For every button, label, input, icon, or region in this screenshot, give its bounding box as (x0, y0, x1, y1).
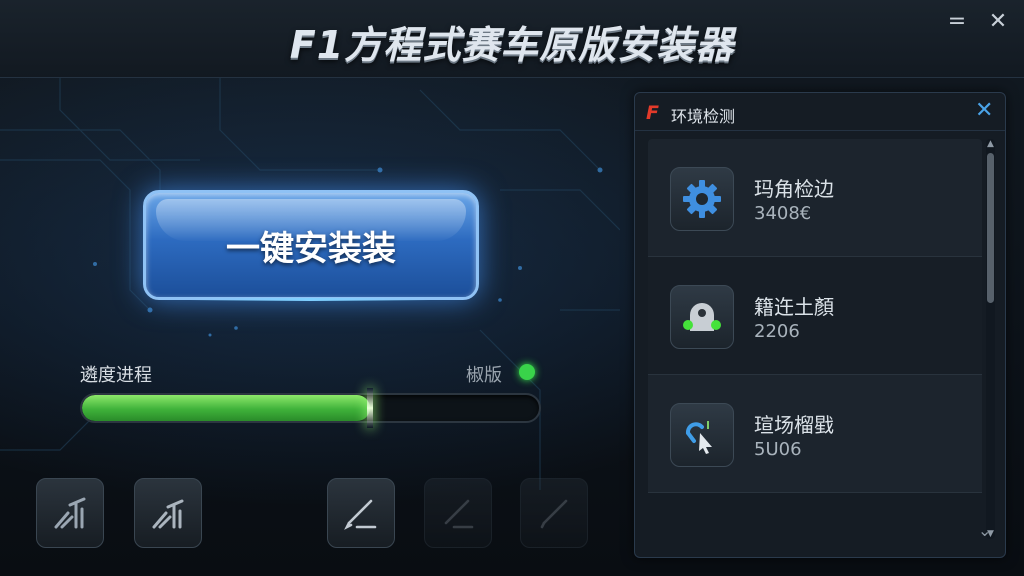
item-name: 玛角检边 (754, 177, 834, 201)
panel-close-button[interactable]: ✕ (975, 98, 993, 123)
scroll-thumb[interactable] (987, 153, 994, 303)
item-value: 2206 (754, 321, 800, 342)
progress-bar-fill (82, 395, 370, 421)
progress-spark (367, 388, 374, 428)
tool-button-5[interactable] (520, 478, 588, 548)
list-item[interactable]: 玛角检边 3408€ (648, 139, 982, 257)
tool-button-2[interactable] (134, 478, 202, 548)
list-item[interactable]: 籍迕土顏 2206 (648, 257, 982, 375)
minimize-button[interactable]: = (943, 8, 971, 36)
title-bar: F1方程式赛车原版安装器 = ✕ (0, 0, 1024, 78)
item-value: 3408€ (754, 203, 812, 224)
panel-header: F 环境检测 ✕ (635, 93, 1005, 131)
check-list: 玛角检边 3408€ 籍迕土顏 2206 瑄场榴戥 5U06 (648, 139, 982, 541)
app-title: F1方程式赛车原版安装器 (289, 23, 735, 67)
item-icon-box (670, 403, 734, 467)
status-indicator-dot (519, 364, 535, 380)
tool-button-1[interactable] (36, 478, 104, 548)
environment-check-panel: F 环境检测 ✕ 玛角检边 3408€ 籍迕土顏 2206 瑄场榴戥 5U06 … (634, 92, 1006, 558)
item-name: 瑄场榴戥 (754, 413, 834, 437)
gear-icon (683, 180, 721, 218)
mechanic-tool-icon (54, 497, 86, 529)
tool-button-4[interactable] (424, 478, 492, 548)
status-label: 椒版 (466, 365, 502, 386)
cursor-link-icon (686, 421, 712, 454)
mechanic-tool-icon (152, 499, 184, 529)
tool-button-3[interactable] (327, 478, 395, 548)
list-item[interactable]: 瑄场榴戥 5U06 (648, 375, 982, 493)
one-click-install-button[interactable]: 一键安装装 (143, 190, 479, 300)
scroll-up-arrow-icon[interactable]: ▲ (986, 139, 995, 149)
item-name: 籍迕土顏 (754, 295, 834, 319)
button-glow-line (190, 298, 430, 301)
panel-scrollbar[interactable]: ▲ ▼ (986, 139, 995, 539)
helmet-icon (683, 303, 721, 331)
chevron-down-icon[interactable]: ⌄ (978, 521, 991, 540)
pen-tool-icon (540, 499, 568, 529)
panel-title: 环境检测 (671, 107, 736, 126)
item-value: 5U06 (754, 439, 802, 460)
install-button-label: 一键安装装 (226, 228, 396, 269)
installer-window: F1方程式赛车原版安装器 = ✕ 一键安装装 遴度进程 椒版 F 环境检测 ✕ … (0, 0, 1024, 576)
progress-label: 遴度进程 (80, 365, 152, 386)
item-icon-box (670, 167, 734, 231)
progress-bar (80, 393, 541, 423)
close-button[interactable]: ✕ (984, 8, 1012, 36)
f1-logo-icon: F (646, 102, 659, 124)
pen-tool-icon (344, 499, 377, 530)
pen-tool-icon (444, 499, 474, 529)
item-icon-box (670, 285, 734, 349)
